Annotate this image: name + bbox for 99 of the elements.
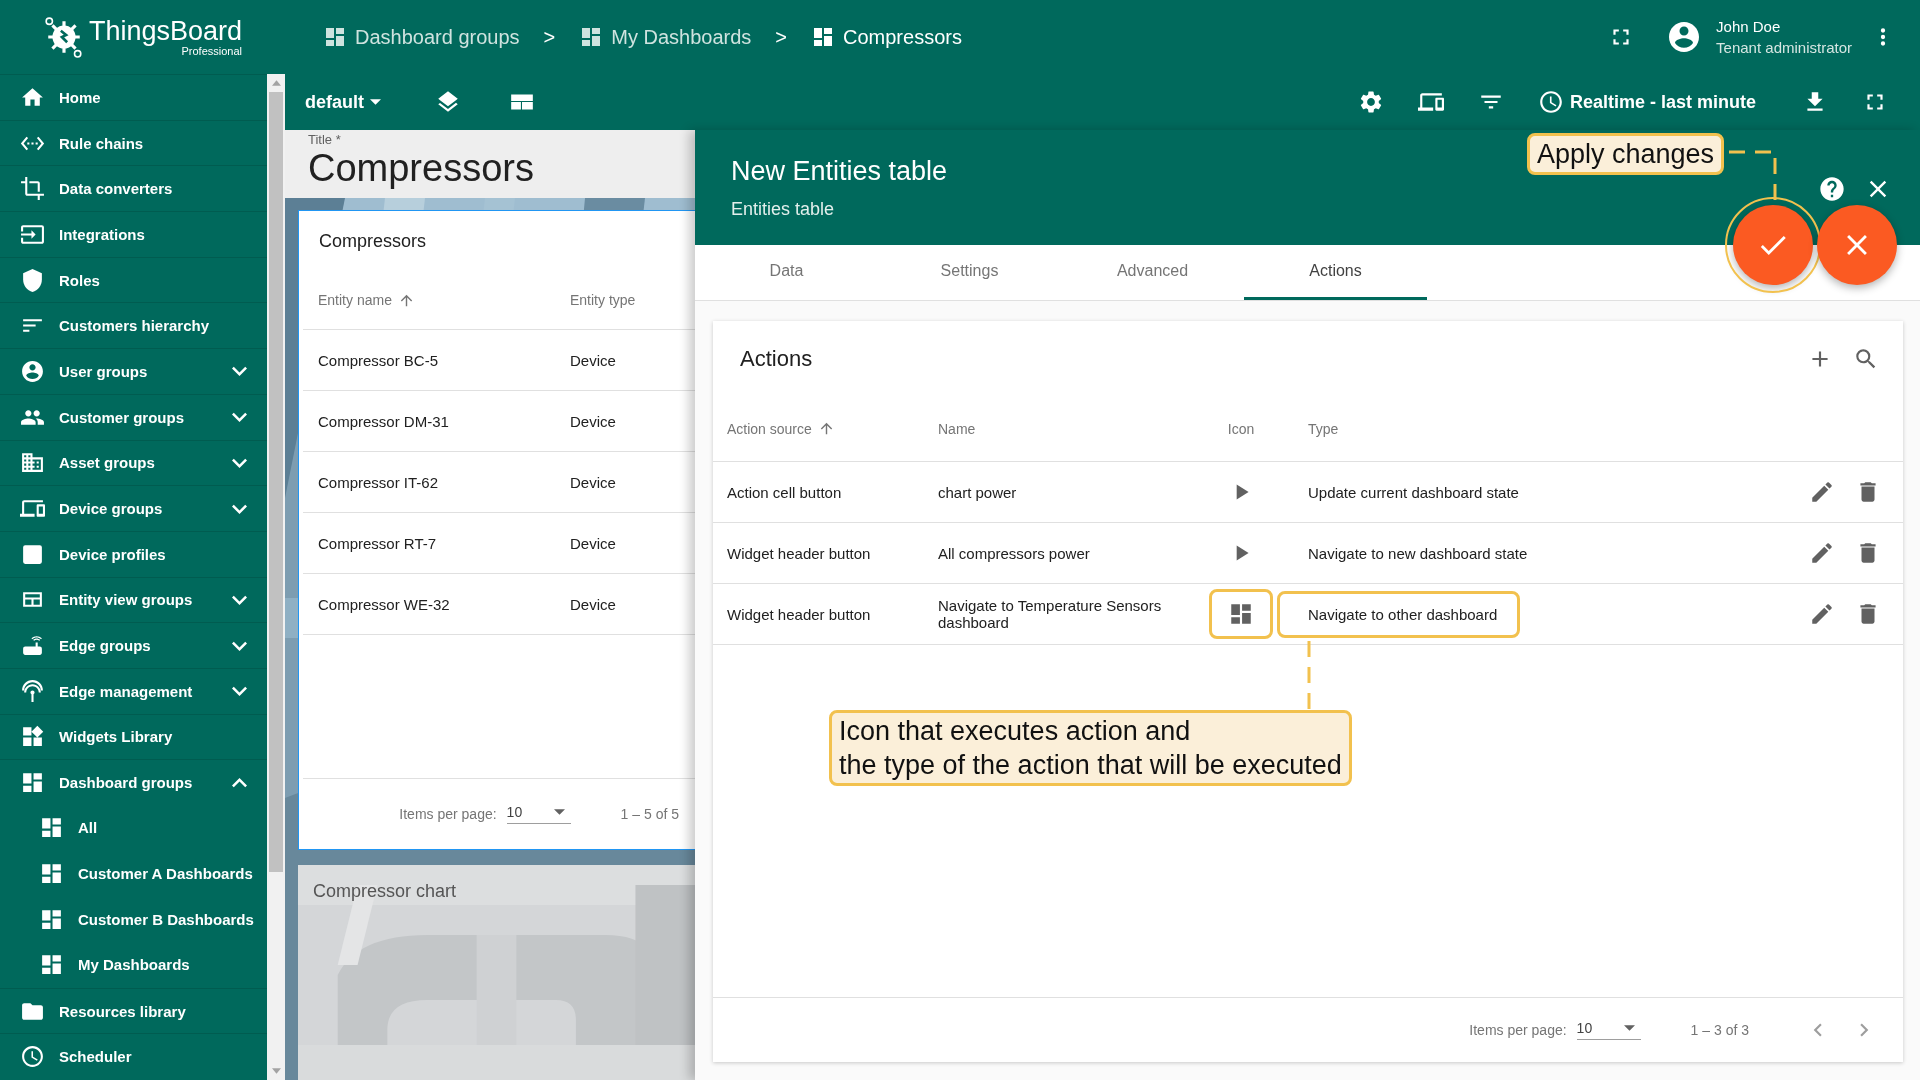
tab[interactable]: Data	[695, 245, 878, 300]
clock-icon	[1537, 89, 1564, 115]
edit-icon[interactable]	[1809, 479, 1835, 505]
logo-edition: Professional	[181, 45, 243, 57]
crop-icon	[20, 176, 45, 202]
items-per-page-label: Items per page:	[1469, 1022, 1567, 1038]
tab[interactable]: Actions	[1244, 245, 1427, 300]
antenna-icon	[20, 678, 45, 704]
breadcrumb-link[interactable]: My Dashboards	[579, 25, 752, 49]
table-cell-text: Navigate to Temperature Sensors dashboard	[938, 597, 1163, 631]
sidebar-item[interactable]: Device profiles	[0, 530, 267, 577]
page-range: 1 – 5 of 5	[620, 806, 679, 822]
chevron-down-icon	[232, 594, 247, 605]
table-cell: Device	[570, 595, 616, 613]
scrollbar-track[interactable]	[267, 74, 285, 1080]
sidebar-item[interactable]: User groups	[0, 348, 267, 394]
sidebar-item[interactable]: Entity view groups	[0, 576, 267, 623]
widget-title: Compressors	[318, 230, 428, 253]
table-cell-text: Compressor WE-32	[318, 595, 451, 613]
sidebar-item[interactable]: Customer groups	[0, 393, 267, 440]
panel-subtitle: Entities table	[731, 199, 835, 220]
dashboard-icon	[323, 25, 347, 49]
chevron-up-icon	[232, 777, 247, 788]
caret-icon	[1623, 1025, 1635, 1031]
chevron-down-icon	[232, 412, 247, 423]
table-cell-text: Compressor DM-31	[318, 412, 450, 430]
sidebar-item[interactable]: Home	[0, 74, 267, 120]
table-cell: Device	[570, 534, 616, 552]
table-cell-text: Widget header button	[727, 605, 872, 623]
sidebar-item[interactable]: Edge management	[0, 667, 267, 714]
widget-title: Compressor chart	[313, 881, 457, 902]
sidebar-subitem[interactable]: My Dashboards	[0, 942, 267, 988]
shield-icon	[20, 267, 45, 293]
items-per-page-label: Items per page:	[399, 806, 497, 822]
column-header[interactable]: Entity name	[318, 291, 570, 309]
page-size-select[interactable]: 10	[1576, 1020, 1641, 1040]
sidebar-subitem[interactable]: Customer B Dashboards	[0, 896, 267, 943]
column-header[interactable]: Name	[938, 420, 1205, 437]
table-cell-text: All compressors power	[938, 544, 1091, 562]
callout: Apply changes	[1527, 133, 1725, 175]
sidebar-item[interactable]: Device groups	[0, 485, 267, 531]
table-cell-text: Compressor RT-7	[318, 534, 438, 552]
table-cell-text: Widget header button	[727, 544, 872, 562]
user-name: John Doe	[1716, 18, 1782, 35]
table-cell-text: Update current dashboard state	[1307, 482, 1520, 503]
dashboard-icon	[1228, 601, 1254, 627]
edit-icon[interactable]	[1809, 601, 1835, 627]
table-cell: Device	[570, 473, 616, 491]
timewindow-button[interactable]: Realtime - last minute	[1537, 89, 1756, 115]
panel-title: New Entities table	[731, 156, 948, 187]
column-header[interactable]: Action source	[727, 420, 938, 437]
table-cell-text: Action cell button	[727, 483, 843, 501]
dashboard-icon	[811, 25, 835, 49]
state-dropdown[interactable]: default	[305, 91, 387, 113]
clock-icon	[20, 1044, 45, 1070]
breadcrumb-link[interactable]: Dashboard groups	[323, 25, 520, 49]
page-size-select[interactable]: 10	[506, 804, 571, 824]
table-cell-text: Compressor BC-5	[318, 351, 440, 369]
table-cell: Navigate to other dashboard	[1277, 590, 1521, 638]
help-icon[interactable]	[1818, 175, 1846, 203]
chevron-down-icon	[232, 457, 247, 468]
title-field[interactable]: Title * Compressors	[308, 130, 668, 190]
sidebar-item[interactable]: Roles	[0, 256, 267, 303]
table-cell: Device	[570, 412, 616, 430]
column-header[interactable]: Entity type	[570, 292, 636, 308]
table-cell-text: Compressor IT-62	[318, 473, 440, 491]
cancel-button[interactable]	[1817, 205, 1897, 285]
tab[interactable]: Advanced	[1061, 245, 1244, 300]
logo-icon	[42, 16, 85, 58]
breadcrumb-separator: >	[543, 25, 556, 49]
leader-line	[1307, 641, 1311, 710]
chevron-down-icon	[232, 640, 247, 651]
caret-icon	[370, 99, 381, 105]
sidebar-subitem[interactable]: Customer A Dashboards	[0, 850, 267, 897]
card-title: Actions	[740, 345, 813, 372]
chevron-down-icon	[232, 686, 247, 697]
sidebar-item[interactable]: Asset groups	[0, 439, 267, 486]
sidebar-item[interactable]: Integrations	[0, 211, 267, 257]
callout: Icon that executes action and the type of the action that will be executed	[829, 710, 1352, 786]
sidebar-item[interactable]: Resources library	[0, 987, 267, 1034]
breadcrumb-separator: >	[775, 25, 787, 49]
table-cell-text: Navigate to new dashboard state	[1307, 543, 1529, 564]
chevron-down-icon	[232, 366, 247, 377]
breadcrumb-link[interactable]: Compressors	[811, 25, 962, 49]
user-role: Tenant administrator	[1716, 39, 1852, 56]
edit-icon[interactable]	[1809, 540, 1835, 566]
caret-icon	[553, 809, 565, 815]
column-header[interactable]: Icon	[1205, 420, 1277, 437]
table-cell-text: chart power	[938, 483, 1018, 501]
scrollbar-thumb[interactable]	[269, 92, 283, 872]
page-range: 1 – 3 of 3	[1690, 1022, 1749, 1038]
tab[interactable]: Settings	[878, 245, 1061, 300]
chevron-down-icon	[232, 503, 247, 514]
sidebar-item[interactable]: Dashboard groups	[0, 759, 267, 805]
sidebar-subitem[interactable]: All	[0, 805, 267, 851]
column-header[interactable]: Type	[1277, 420, 1793, 437]
sidebar-item[interactable]: Widgets Library	[0, 713, 267, 760]
sidebar-item[interactable]: Edge groups	[0, 622, 267, 668]
table-cell: Device	[570, 351, 616, 369]
